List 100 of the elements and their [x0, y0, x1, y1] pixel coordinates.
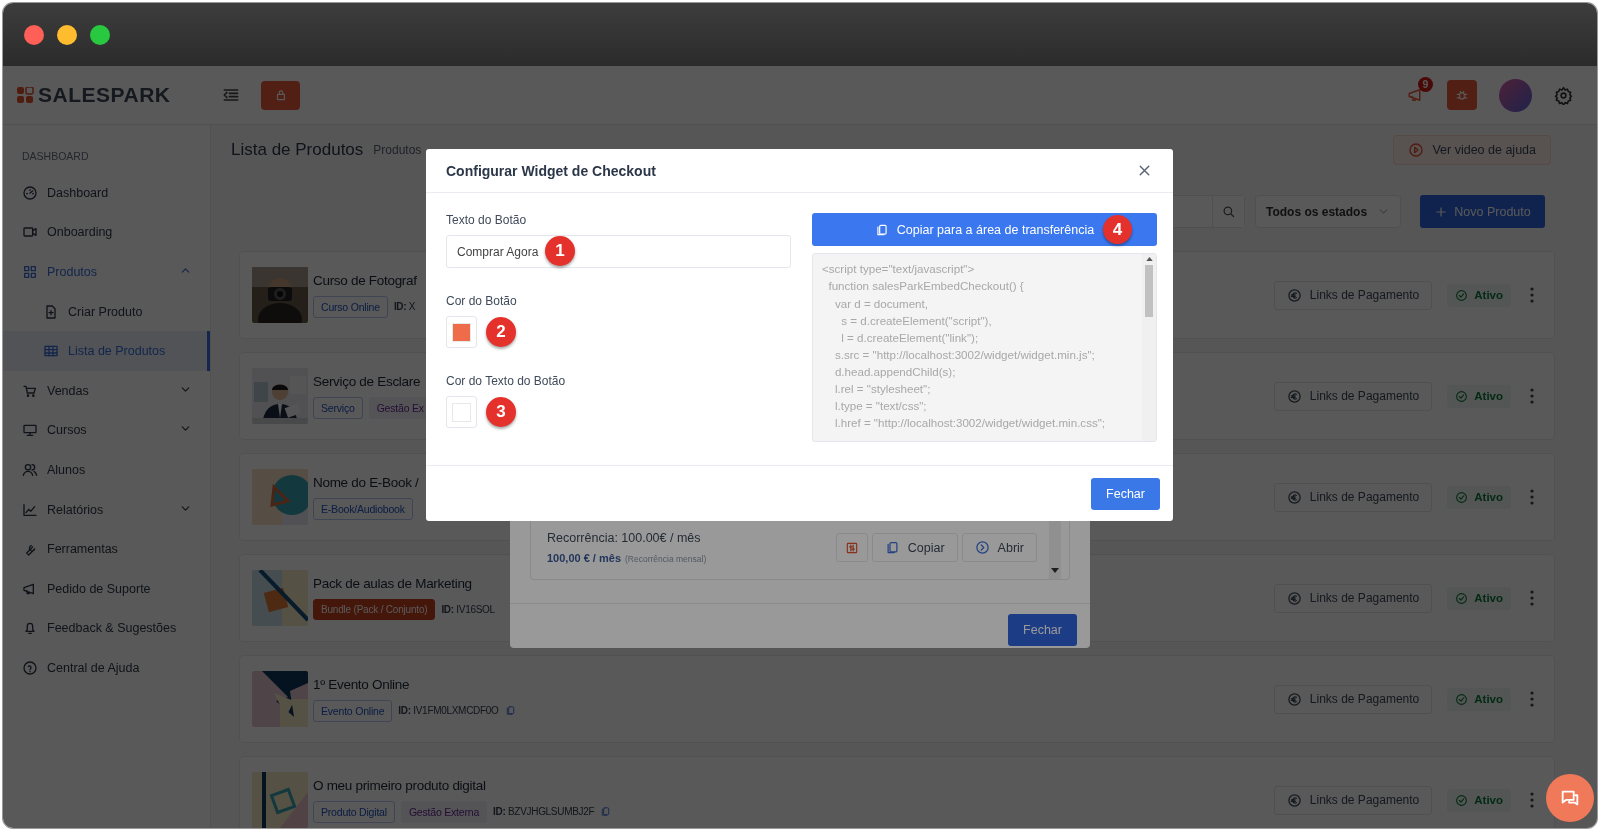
product-title: 1º Evento Online: [313, 676, 411, 692]
recurrence-title: Recorrência: 100.00€ / mês: [547, 531, 702, 545]
line-chart-icon: [22, 501, 38, 518]
payment-links-button[interactable]: Links de Pagamento: [1273, 785, 1433, 815]
maximize-window-button[interactable]: [90, 24, 110, 45]
more-icon: [1530, 792, 1534, 808]
close-button[interactable]: Fechar: [1008, 614, 1077, 646]
sidebar-item[interactable]: Cursos: [3, 410, 210, 451]
check-circle-icon: [1455, 591, 1469, 605]
code-field[interactable]: [812, 253, 1157, 443]
sidebar-item[interactable]: Relatórios: [3, 489, 210, 530]
product-tag: Gestão Externa: [400, 800, 488, 823]
payment-links-button[interactable]: Links de Pagamento: [1273, 381, 1433, 411]
code-text: <script type="text/javascript"> function salesParkEmbedCheckout() { var d = document, s = d.createElement("script"), l = d.createElement("link"); s.src = "http://localhost:3002/widget/widget.min.js"; d.head.appendChild(s); l.rel = "stylesheet"; l.type = "text/css"; l.href = "http://localhost:3002/widget/widget.min.css";: [821, 261, 1107, 432]
bug-icon: [1455, 88, 1469, 102]
sidebar-item[interactable]: Pedido de Suporte: [3, 568, 210, 609]
sidebar-item[interactable]: Onboarding: [3, 212, 210, 253]
color-picker[interactable]: [446, 316, 477, 349]
product-title: Pack de aulas de Marketing: [313, 576, 473, 591]
notification-badge: 9: [1418, 77, 1433, 92]
payment-links-button[interactable]: Links de Pagamento: [1273, 684, 1433, 714]
sidebar-item[interactable]: Ferramentas: [3, 529, 210, 569]
euro-circle-icon: [1286, 489, 1302, 505]
more-icon: [1530, 388, 1534, 404]
check-circle-icon: [1455, 288, 1469, 302]
annotation-marker: 3: [486, 397, 516, 428]
settings-icon: [1554, 85, 1573, 105]
payment-links-button[interactable]: Links de Pagamento: [1273, 482, 1433, 512]
status-badge: Ativo: [1447, 485, 1511, 509]
sidebar-item[interactable]: Produtos: [3, 252, 210, 292]
sidebar-item[interactable]: Dashboard: [3, 173, 210, 213]
more-icon: [1530, 590, 1534, 606]
status-dropdown[interactable]: Todos os estados: [1255, 195, 1401, 228]
sidebar-item[interactable]: Feedback & Sugestões: [3, 608, 210, 649]
product-title: O meu primeiro produto digital: [313, 777, 487, 793]
minimize-window-button[interactable]: [57, 24, 77, 45]
status-badge: Ativo: [1447, 586, 1511, 610]
euro-circle-icon: [1286, 691, 1302, 707]
file-plus-icon: [43, 303, 59, 320]
annotation-marker: 4: [1103, 215, 1132, 245]
chat-button[interactable]: [1546, 774, 1594, 822]
close-button[interactable]: Fechar: [1091, 477, 1160, 510]
help-icon: [22, 659, 38, 676]
payment-links-button[interactable]: Links de Pagamento: [1273, 583, 1433, 613]
page-title: Lista de Produtos: [231, 140, 364, 160]
close-window-button[interactable]: [24, 24, 44, 45]
users-icon: [22, 461, 38, 478]
copy-icon: [874, 222, 889, 237]
status-badge: Ativo: [1447, 283, 1511, 307]
more-icon: [1530, 691, 1534, 707]
monitor-icon: [22, 422, 38, 439]
scrollbar-thumb[interactable]: [1145, 265, 1153, 318]
check-circle-icon: [1455, 490, 1469, 504]
scroll-down-icon: [1051, 568, 1059, 573]
payment-links-button[interactable]: Links de Pagamento: [1273, 280, 1433, 310]
euro-circle-icon: [1286, 590, 1302, 606]
check-circle-icon: [1455, 692, 1469, 706]
euro-circle-icon: [1286, 287, 1302, 303]
copy-to-clipboard-button[interactable]: Copiar para a área de transferência 4: [812, 213, 1157, 247]
text-field[interactable]: Comprar Agora 1: [446, 235, 791, 269]
product-tag: E-Book/Audiobook: [313, 497, 413, 520]
euro-circle-icon: [1286, 388, 1302, 404]
color-picker[interactable]: [446, 396, 477, 429]
bell-icon: [22, 620, 38, 637]
annotation-marker: 2: [486, 317, 516, 348]
sliders-icon: [844, 540, 859, 555]
sidebar-item[interactable]: Vendas: [3, 370, 210, 411]
check-circle-icon: [1455, 389, 1469, 403]
lock-button[interactable]: [261, 80, 300, 110]
arrow-circle-icon: [974, 540, 990, 555]
new-product-button[interactable]: Novo Produto: [1420, 195, 1545, 228]
field-label: Texto do Botão: [446, 213, 528, 228]
plus-icon: [1434, 204, 1449, 219]
euro-circle-icon: [1286, 792, 1302, 808]
more-icon: [1530, 489, 1534, 505]
bug-report-button[interactable]: [1447, 80, 1477, 110]
sidebar-item[interactable]: Criar Produto: [3, 291, 210, 332]
status-badge: Ativo: [1447, 788, 1511, 812]
price-note: (Recorrência mensal): [625, 554, 707, 564]
product-title: Nome do E-Book /: [313, 474, 419, 490]
copy-button[interactable]: Copiar: [871, 533, 958, 562]
product-tag: Curso Online: [313, 295, 388, 318]
settings-button[interactable]: [1554, 85, 1573, 105]
sidebar-item[interactable]: Alunos: [3, 450, 210, 490]
product-id: ID: X: [393, 301, 416, 312]
copy-icon: [600, 806, 612, 817]
avatar[interactable]: [1499, 78, 1532, 112]
annotation-marker: 1: [545, 236, 575, 267]
scrollbar[interactable]: [1142, 254, 1156, 442]
search-button[interactable]: [1212, 196, 1244, 227]
copy-icon: [884, 540, 900, 555]
help-video-button[interactable]: Ver video de ajuda: [1393, 135, 1551, 165]
sidebar-item[interactable]: Lista de Produtos: [3, 331, 210, 371]
play-circle-icon: [1408, 142, 1425, 158]
copy-icon: [504, 705, 516, 716]
open-button[interactable]: Abrir: [961, 533, 1037, 562]
sidebar-item[interactable]: Central de Ajuda: [3, 648, 210, 688]
logo-text: SALESPARK: [38, 83, 171, 107]
product-tag: Evento Online: [313, 699, 393, 722]
price-text: 100,00 € / mês: [547, 552, 621, 564]
